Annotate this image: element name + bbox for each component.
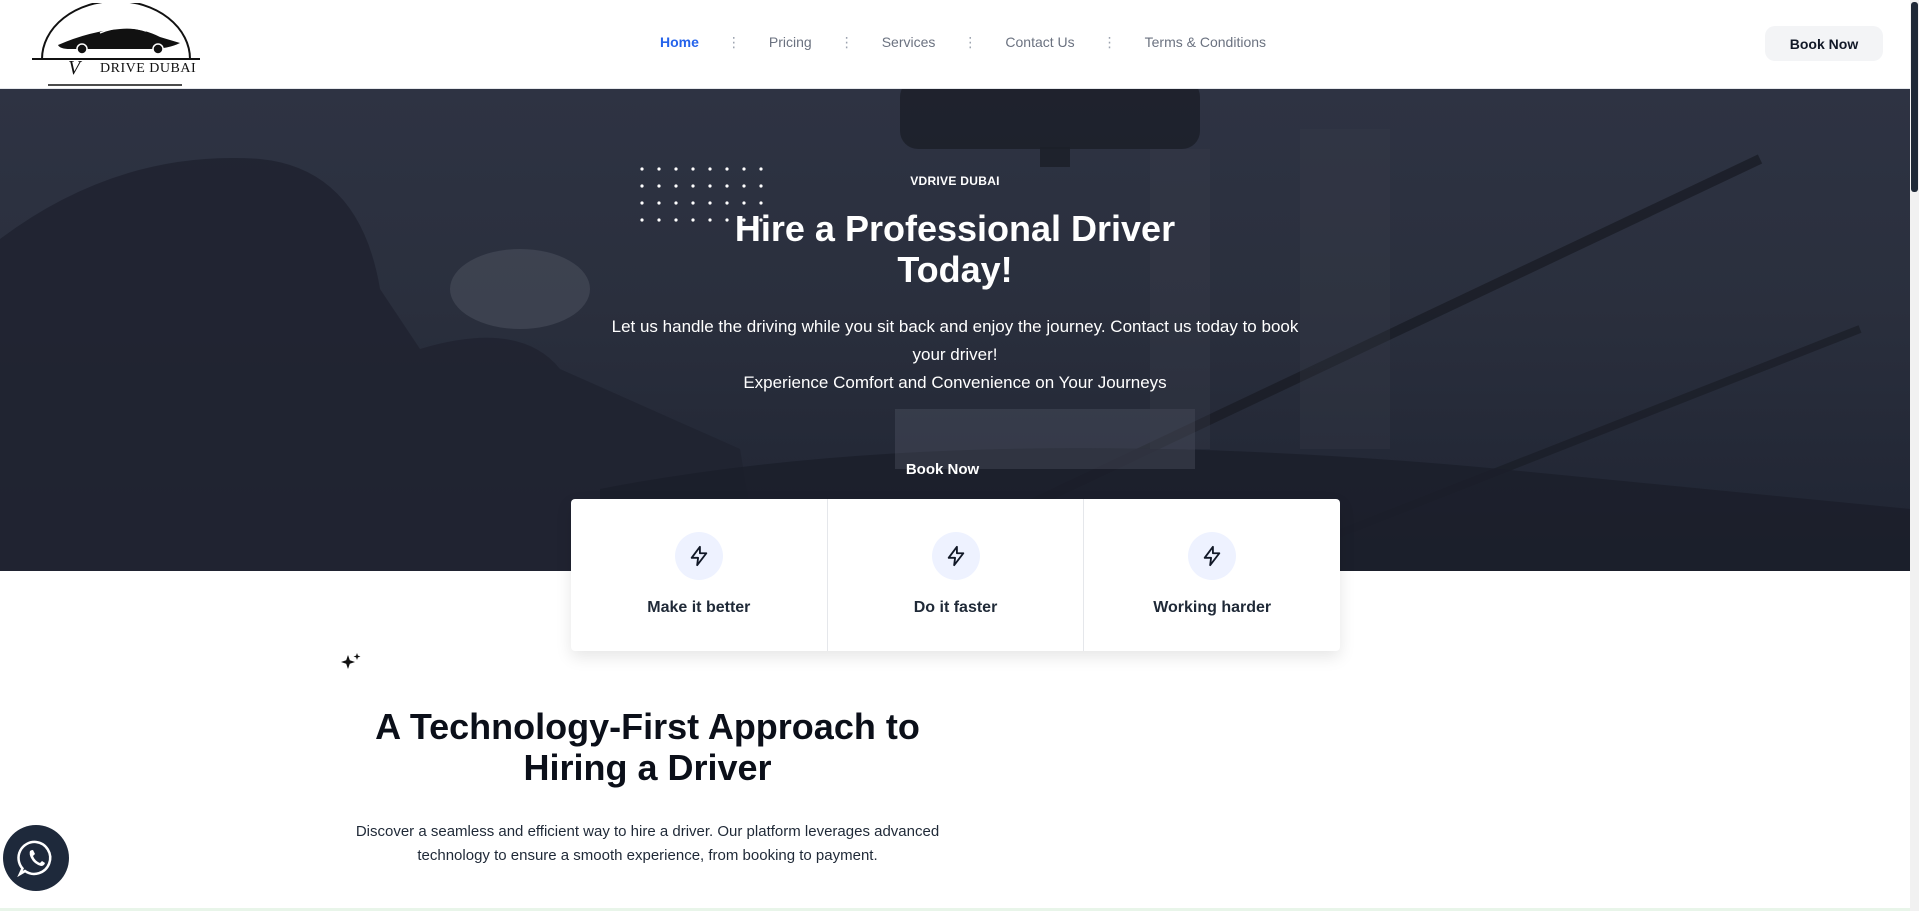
nav-separator: ⋮	[963, 34, 978, 50]
hero-eyebrow: VDRIVE DUBAI	[910, 174, 1000, 188]
nav-separator: ⋮	[1102, 34, 1117, 50]
lightning-icon	[931, 532, 980, 580]
lightning-icon	[1188, 532, 1237, 580]
hero-tagline: Experience Comfort and Convenience on Yo…	[743, 373, 1167, 392]
nav-pricing[interactable]: Pricing	[769, 34, 812, 50]
feature-label: Make it better	[647, 599, 751, 616]
tech-section-description: Discover a seamless and efficient way to…	[355, 823, 940, 864]
scrollbar-thumb[interactable]	[1911, 2, 1918, 192]
tech-title-line1: A Technology-First Approach to	[375, 706, 920, 747]
tech-section-title: A Technology-First Approach to Hiring a …	[330, 706, 965, 788]
nav-terms[interactable]: Terms & Conditions	[1145, 34, 1266, 50]
whatsapp-button[interactable]	[3, 825, 69, 891]
sparkle-icon	[341, 653, 361, 669]
feature-card: Working harder	[1084, 499, 1340, 651]
main-nav: Home ⋮ Pricing ⋮ Services ⋮ Contact Us ⋮…	[660, 34, 1266, 50]
site-header: V DRIVE DUBAI Home ⋮ Pricing ⋮ Services …	[0, 0, 1910, 89]
hero-title-line1: Hire a Professional Driver	[734, 208, 1176, 249]
nav-contact-us[interactable]: Contact Us	[1005, 34, 1074, 50]
nav-home[interactable]: Home	[660, 34, 699, 50]
logo-text: DRIVE DUBAI	[100, 61, 197, 76]
hero-subtitle: Let us handle the driving while you sit …	[611, 317, 1299, 364]
nav-services[interactable]: Services	[882, 34, 936, 50]
feature-card: Do it faster	[828, 499, 1085, 651]
logo-monogram: V	[68, 57, 81, 79]
whatsapp-icon	[17, 840, 52, 878]
nav-separator: ⋮	[839, 34, 854, 50]
book-now-button[interactable]: Book Now	[1765, 26, 1883, 61]
lightning-icon	[674, 532, 723, 580]
hero-title-line2: Today!	[897, 249, 1013, 290]
hero-book-now-button[interactable]: Book Now	[880, 454, 1005, 484]
hero-title: Hire a Professional Driver Today!	[700, 208, 1210, 290]
feature-label: Working harder	[1153, 599, 1272, 616]
feature-label: Do it faster	[913, 599, 998, 616]
feature-cards: Make it better Do it faster Working hard…	[571, 499, 1340, 651]
nav-separator: ⋮	[726, 34, 741, 50]
tech-title-line2: Hiring a Driver	[523, 747, 772, 788]
feature-card: Make it better	[571, 499, 828, 651]
logo[interactable]: V DRIVE DUBAI	[30, 0, 202, 87]
